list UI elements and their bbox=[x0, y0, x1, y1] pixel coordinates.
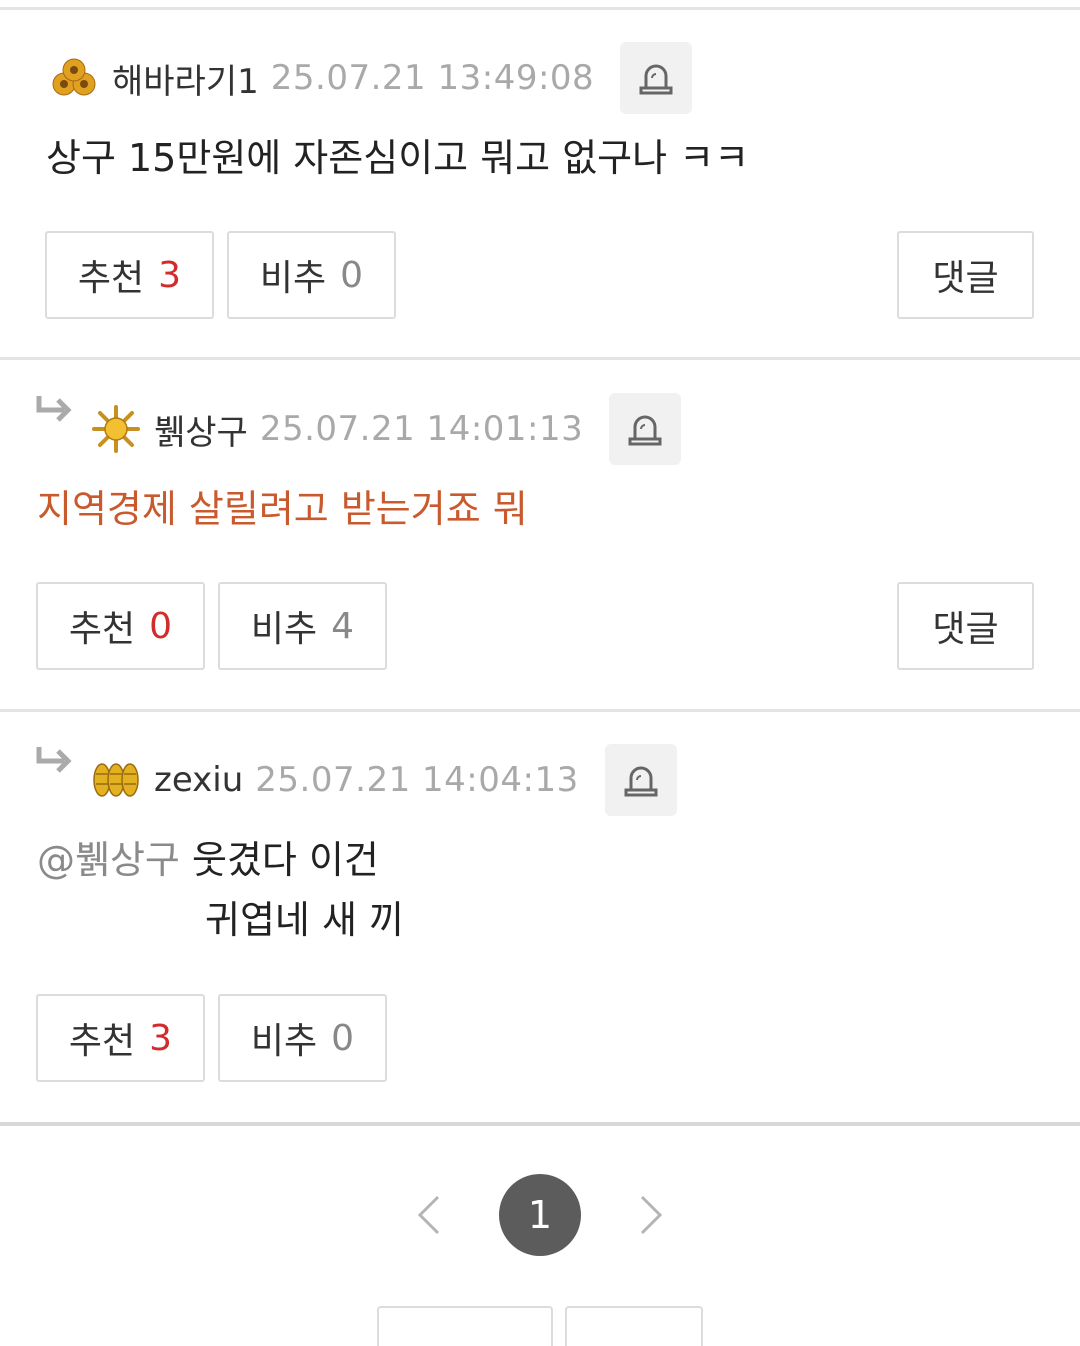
reply-arrow-icon bbox=[36, 747, 72, 773]
disrecommend-button[interactable]: 비추 0 bbox=[218, 994, 387, 1082]
bottom-action-button[interactable] bbox=[565, 1306, 703, 1346]
chevron-left-icon[interactable] bbox=[414, 1193, 444, 1237]
page-number-current[interactable]: 1 bbox=[499, 1174, 581, 1256]
mention-link[interactable]: @뷁상구 bbox=[37, 838, 180, 882]
report-button[interactable] bbox=[604, 744, 677, 816]
recommend-label: 추천 bbox=[68, 1021, 136, 1062]
siren-icon bbox=[624, 766, 658, 797]
comment-item: zexiu 25.07.21 14:04:13 @뷁상구 웃겼다 이건 귀엽네 … bbox=[0, 0, 1080, 1125]
comment-timestamp: 25.07.21 14:04:13 bbox=[255, 760, 579, 800]
comment-meta: zexiu 25.07.21 14:04:13 bbox=[88, 744, 677, 816]
wheat-bundle-icon bbox=[93, 763, 139, 797]
recommend-count: 3 bbox=[149, 1017, 173, 1059]
recommend-button[interactable]: 추천 3 bbox=[36, 994, 205, 1082]
disrecommend-label: 비추 bbox=[250, 1021, 318, 1062]
comment-text-line1: 웃겼다 이건 bbox=[191, 838, 379, 882]
bottom-action-button[interactable] bbox=[377, 1306, 553, 1346]
comment-author[interactable]: zexiu bbox=[154, 760, 243, 800]
disrecommend-count: 0 bbox=[331, 1017, 355, 1059]
comment-text: @뷁상구 웃겼다 이건 bbox=[37, 830, 379, 890]
comment-text-line2: 귀엽네 새 끼 bbox=[205, 898, 404, 942]
chevron-right-icon[interactable] bbox=[636, 1193, 666, 1237]
comments-bottom-divider bbox=[0, 1122, 1080, 1126]
